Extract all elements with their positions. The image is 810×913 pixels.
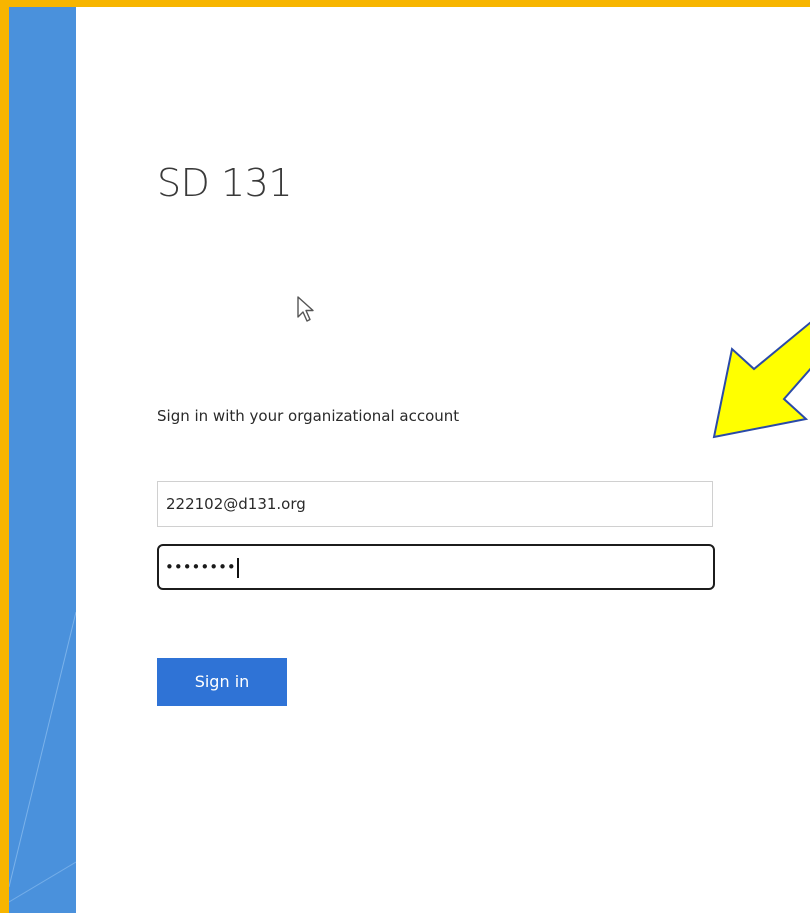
sign-in-button[interactable]: Sign in — [157, 658, 287, 706]
side-illustration-panel — [9, 7, 76, 913]
screenshot-frame: SD 131 Sign in with your organizational … — [9, 7, 810, 913]
mouse-pointer-icon — [297, 296, 314, 322]
sign-in-content: SD 131 Sign in with your organizational … — [76, 7, 810, 913]
username-input[interactable]: 222102@d131.org — [157, 481, 713, 527]
decorative-lines-icon — [9, 611, 76, 903]
username-value: 222102@d131.org — [166, 495, 306, 513]
sign-in-instruction: Sign in with your organizational account — [157, 407, 460, 425]
password-input[interactable]: •••••••• — [157, 544, 715, 590]
organization-title: SD 131 — [157, 161, 293, 205]
yellow-arrow-icon — [712, 321, 810, 439]
text-caret — [236, 557, 239, 578]
password-mask: •••••••• — [165, 558, 236, 576]
